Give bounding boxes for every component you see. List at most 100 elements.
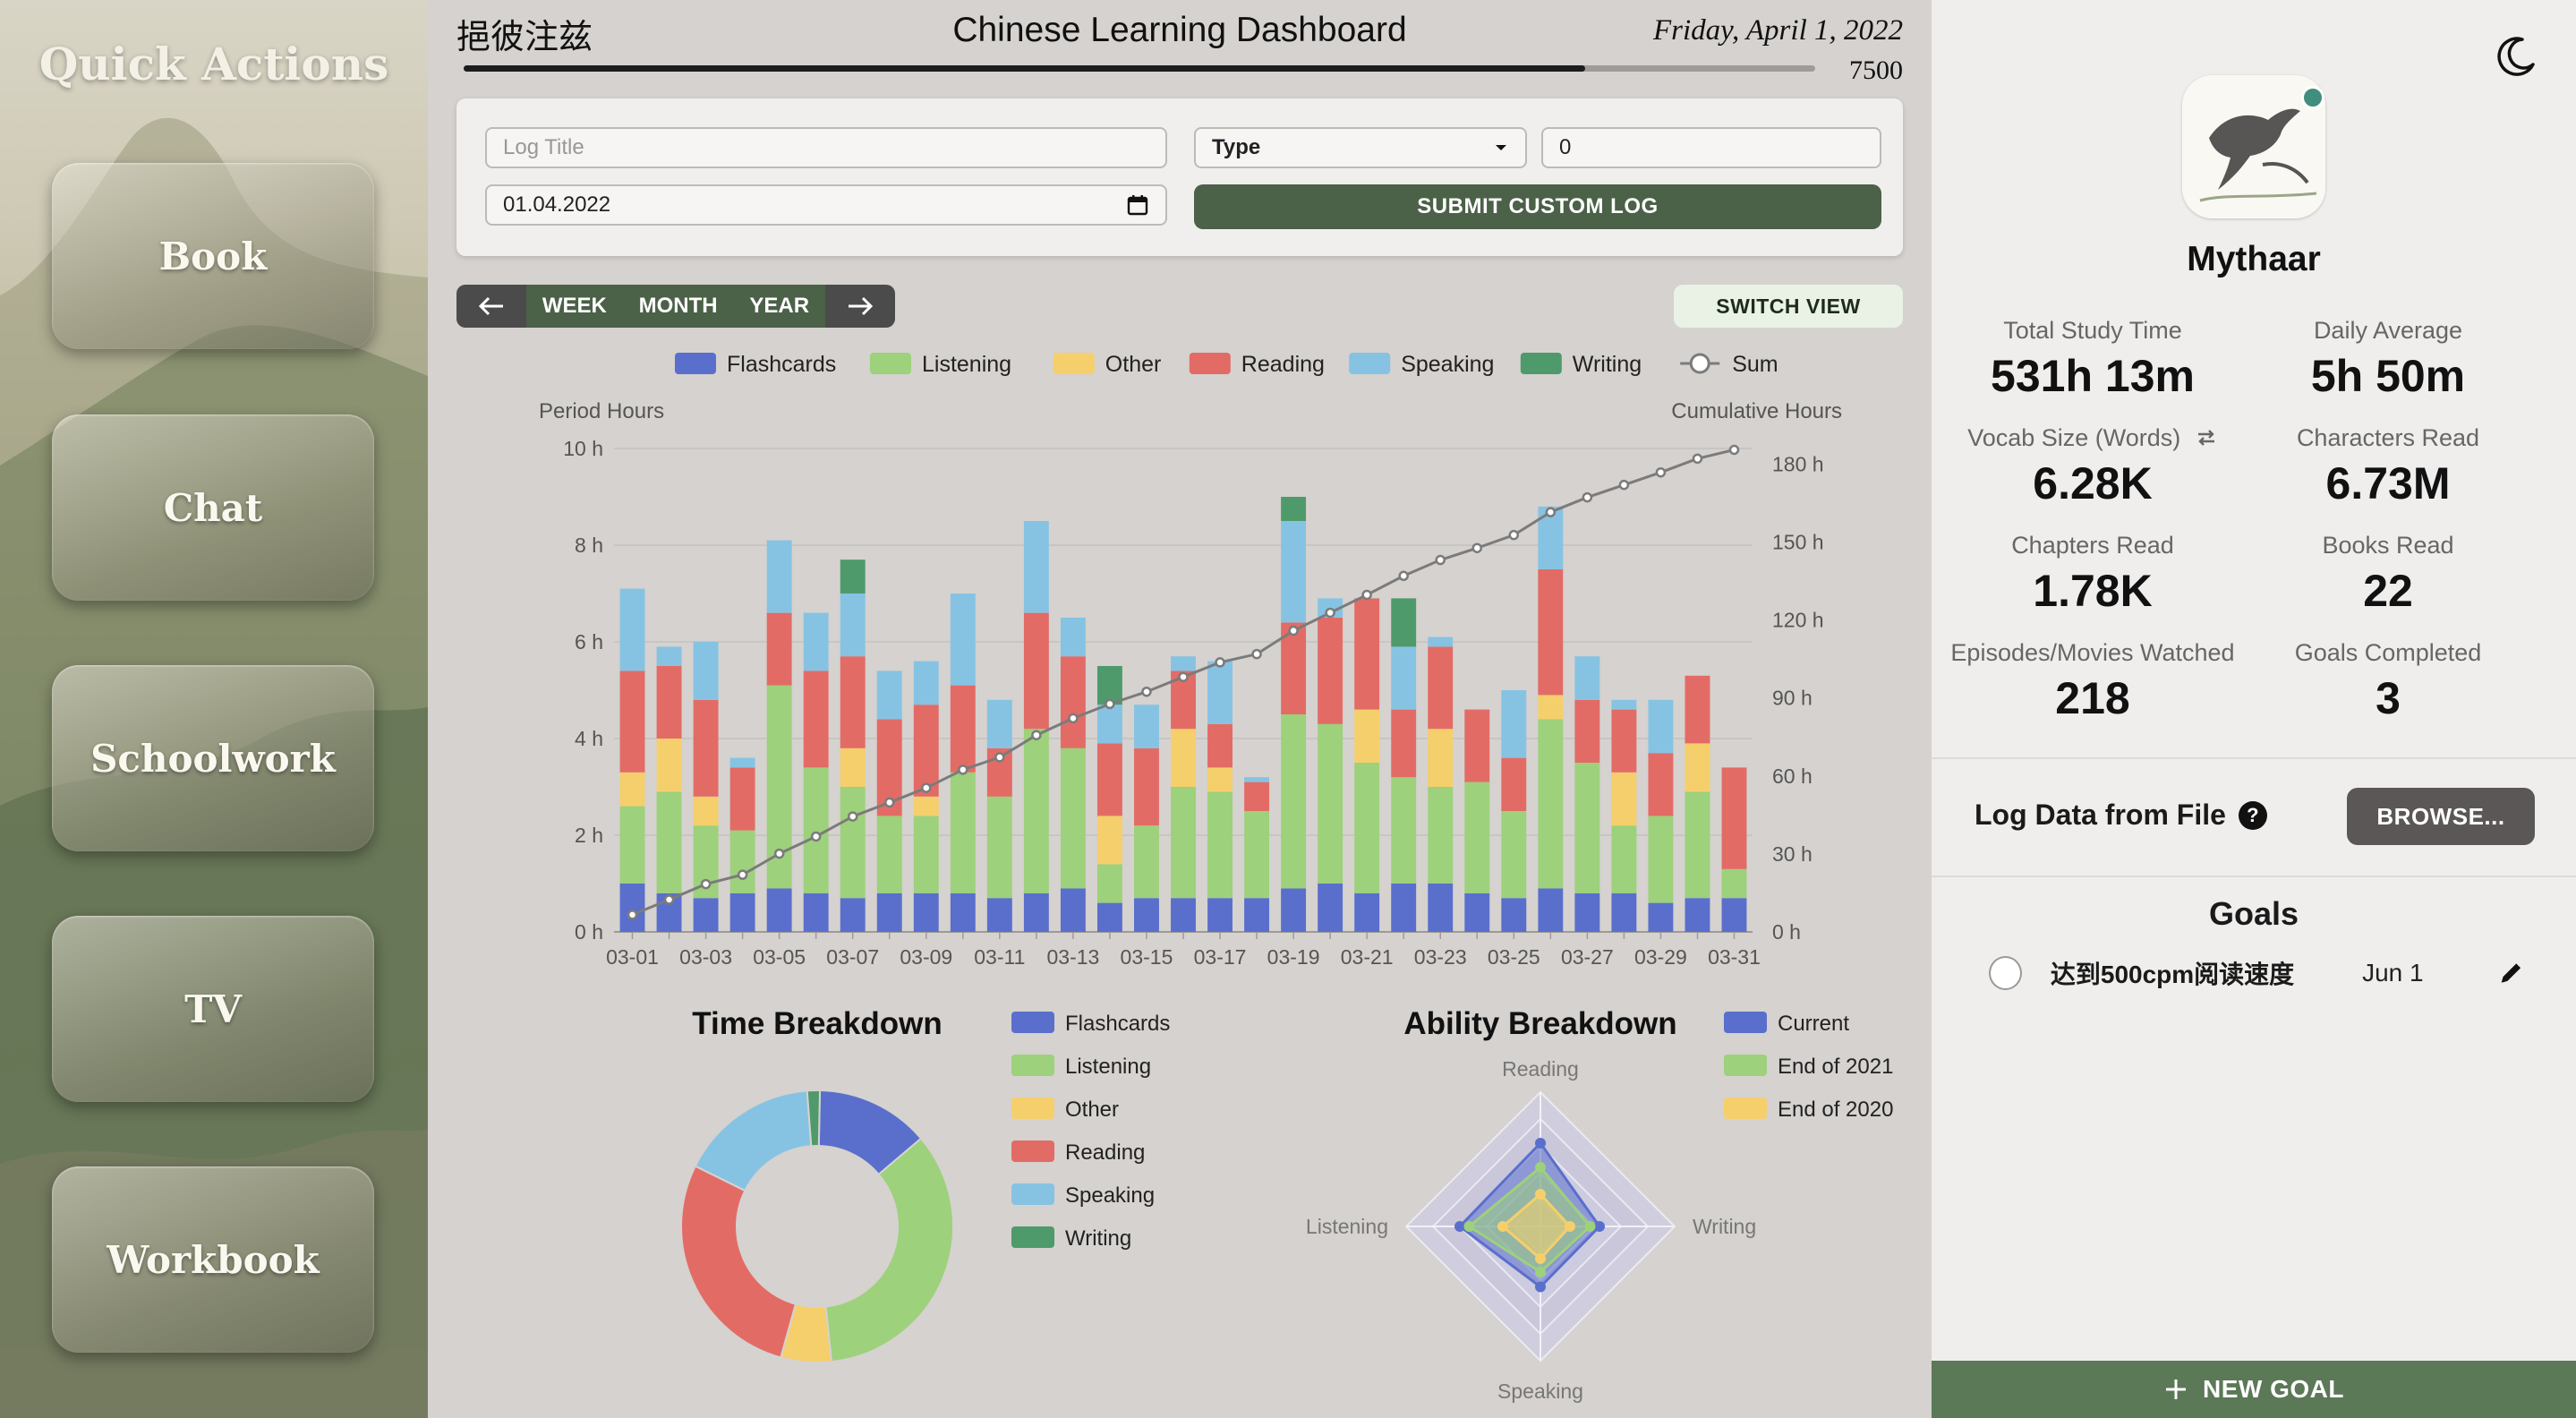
- radar-legend-end-of-2021[interactable]: End of 2021: [1724, 1055, 1893, 1079]
- bar-segment-other[interactable]: [1207, 767, 1233, 792]
- sum-point[interactable]: [921, 782, 932, 793]
- bar-segment-flashcards[interactable]: [1464, 893, 1490, 932]
- bar-segment-flashcards[interactable]: [1281, 888, 1307, 932]
- donut-legend-flashcards[interactable]: Flashcards: [1011, 1012, 1170, 1036]
- bar-segment-speaking[interactable]: [913, 661, 939, 705]
- legend-item-other[interactable]: Other: [1053, 352, 1162, 377]
- donut-slice-reading[interactable]: [680, 1165, 798, 1359]
- bar-segment-flashcards[interactable]: [1611, 893, 1637, 932]
- bar-segment-flashcards[interactable]: [1428, 884, 1454, 932]
- radar-point[interactable]: [1584, 1221, 1596, 1232]
- bar-segment-listening[interactable]: [1611, 825, 1637, 893]
- bar-segment-listening[interactable]: [1428, 787, 1454, 884]
- bar-segment-listening[interactable]: [1391, 777, 1417, 884]
- donut-legend-writing[interactable]: Writing: [1011, 1226, 1131, 1251]
- bar-segment-flashcards[interactable]: [913, 893, 939, 932]
- sum-point[interactable]: [1545, 507, 1557, 517]
- bar-segment-reading[interactable]: [1060, 656, 1086, 748]
- swap-icon[interactable]: [2195, 428, 2218, 448]
- bar-segment-speaking[interactable]: [1134, 705, 1159, 748]
- tab-year[interactable]: YEAR: [749, 294, 809, 319]
- bar-segment-flashcards[interactable]: [766, 888, 792, 932]
- radar-point[interactable]: [1535, 1253, 1546, 1264]
- log-amount-input[interactable]: 0: [1541, 127, 1881, 168]
- bar-segment-listening[interactable]: [1244, 811, 1270, 899]
- radar-point[interactable]: [1535, 1189, 1546, 1200]
- bar-segment-other[interactable]: [840, 747, 866, 787]
- submit-custom-log-button[interactable]: SUBMIT CUSTOM LOG: [1194, 184, 1881, 229]
- bar-segment-speaking[interactable]: [840, 594, 866, 657]
- help-icon[interactable]: ?: [2238, 800, 2267, 830]
- bar-segment-listening[interactable]: [950, 772, 976, 893]
- book-button[interactable]: Book: [52, 163, 374, 349]
- radar-legend-current[interactable]: Current: [1724, 1012, 1849, 1036]
- radar-point[interactable]: [1463, 1221, 1475, 1232]
- bar-segment-flashcards[interactable]: [840, 898, 866, 932]
- donut-slice-listening[interactable]: [824, 1137, 954, 1363]
- goal-checkbox[interactable]: [1989, 956, 2022, 990]
- chat-button[interactable]: Chat: [52, 414, 374, 601]
- bar-segment-reading[interactable]: [840, 656, 866, 748]
- bar-segment-flashcards[interactable]: [1501, 898, 1527, 932]
- bar-segment-writing[interactable]: [1281, 497, 1307, 521]
- radar-point[interactable]: [1594, 1221, 1605, 1232]
- bar-segment-speaking[interactable]: [876, 671, 902, 720]
- bar-segment-reading[interactable]: [1023, 612, 1049, 730]
- bar-segment-other[interactable]: [1428, 729, 1454, 787]
- sum-point[interactable]: [1068, 713, 1079, 724]
- sum-point[interactable]: [1031, 730, 1042, 740]
- radar-point[interactable]: [1565, 1221, 1575, 1232]
- bar-segment-speaking[interactable]: [1428, 636, 1454, 647]
- bar-segment-reading[interactable]: [1391, 709, 1417, 778]
- bar-segment-reading[interactable]: [803, 671, 829, 768]
- sum-point[interactable]: [1288, 625, 1299, 636]
- bar-segment-writing[interactable]: [840, 560, 866, 594]
- bar-segment-reading[interactable]: [1721, 767, 1747, 869]
- bar-segment-reading[interactable]: [729, 767, 755, 831]
- bar-segment-speaking[interactable]: [1501, 690, 1527, 758]
- bar-segment-listening[interactable]: [876, 816, 902, 893]
- bar-segment-flashcards[interactable]: [1721, 898, 1747, 932]
- moon-icon[interactable]: [2490, 32, 2540, 82]
- bar-segment-speaking[interactable]: [1391, 646, 1417, 710]
- bar-segment-flashcards[interactable]: [1354, 893, 1380, 932]
- bar-segment-writing[interactable]: [1391, 598, 1417, 647]
- radar-point[interactable]: [1535, 1138, 1546, 1149]
- bar-segment-speaking[interactable]: [950, 594, 976, 686]
- bar-segment-listening[interactable]: [1207, 791, 1233, 899]
- bar-segment-reading[interactable]: [1501, 757, 1527, 811]
- bar-segment-other[interactable]: [1685, 743, 1710, 792]
- previous-period-button[interactable]: [456, 285, 526, 328]
- bar-segment-speaking[interactable]: [729, 757, 755, 768]
- sum-point[interactable]: [700, 878, 712, 890]
- bar-segment-flashcards[interactable]: [1318, 884, 1343, 932]
- bar-segment-speaking[interactable]: [619, 588, 645, 671]
- bar-segment-flashcards[interactable]: [1685, 898, 1710, 932]
- sum-point[interactable]: [1361, 589, 1372, 601]
- sum-point[interactable]: [1471, 542, 1483, 553]
- legend-item-speaking[interactable]: Speaking: [1349, 352, 1494, 377]
- bar-segment-speaking[interactable]: [1281, 521, 1307, 623]
- donut-legend-speaking[interactable]: Speaking: [1011, 1183, 1155, 1208]
- workbook-button[interactable]: Workbook: [52, 1166, 374, 1353]
- bar-segment-flashcards[interactable]: [1244, 898, 1270, 932]
- bar-segment-reading[interactable]: [619, 671, 645, 773]
- bar-segment-listening[interactable]: [729, 830, 755, 893]
- bar-segment-flashcards[interactable]: [950, 893, 976, 932]
- sum-point[interactable]: [1398, 570, 1409, 582]
- bar-segment-listening[interactable]: [1648, 816, 1674, 903]
- bar-segment-listening[interactable]: [1060, 747, 1086, 889]
- next-period-button[interactable]: [825, 285, 895, 328]
- bar-segment-listening[interactable]: [1096, 864, 1122, 903]
- bar-segment-flashcards[interactable]: [986, 898, 1012, 932]
- sum-point[interactable]: [1618, 479, 1630, 491]
- sum-point[interactable]: [1105, 698, 1115, 710]
- sum-point[interactable]: [994, 752, 1005, 763]
- bar-segment-other[interactable]: [1538, 695, 1564, 720]
- bar-segment-flashcards[interactable]: [1134, 898, 1159, 932]
- bar-segment-speaking[interactable]: [656, 646, 682, 666]
- bar-segment-flashcards[interactable]: [1171, 898, 1196, 932]
- bar-segment-other[interactable]: [1354, 709, 1380, 763]
- bar-segment-flashcards[interactable]: [803, 893, 829, 932]
- bar-segment-listening[interactable]: [1501, 811, 1527, 899]
